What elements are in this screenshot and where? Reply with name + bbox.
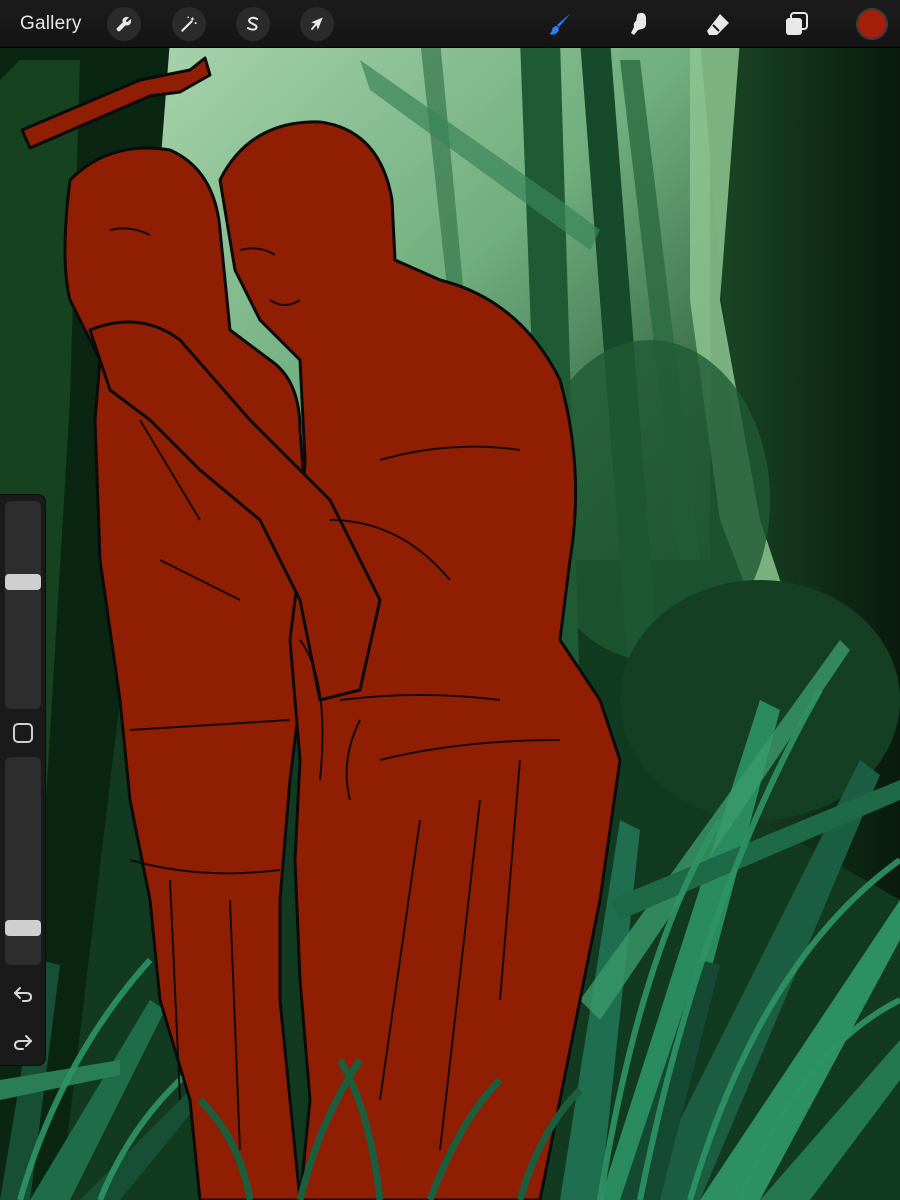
selection-s-icon: [247, 16, 259, 31]
selection-button[interactable]: [236, 7, 270, 41]
smudge-button[interactable]: [623, 8, 655, 40]
opacity-thumb[interactable]: [5, 920, 41, 937]
brush-button[interactable]: [545, 8, 577, 40]
brush-icon: [549, 13, 571, 35]
magic-wand-icon: [181, 16, 197, 32]
artwork: [0, 0, 900, 1200]
wrench-icon: [116, 16, 132, 32]
redo-icon: [13, 1035, 32, 1050]
top-toolbar: Gallery: [0, 0, 900, 48]
transform-button[interactable]: [300, 7, 334, 41]
actions-button[interactable]: [107, 7, 141, 41]
brush-size-thumb[interactable]: [5, 573, 41, 590]
eraser-button[interactable]: [702, 8, 734, 40]
brush-size-slider[interactable]: [5, 501, 41, 709]
undo-button[interactable]: [11, 982, 35, 1006]
color-picker-swatch[interactable]: [856, 8, 888, 40]
drawing-canvas[interactable]: [0, 0, 900, 1200]
redo-button[interactable]: [11, 1030, 35, 1054]
adjustments-button[interactable]: [172, 7, 206, 41]
square-modify-icon[interactable]: [13, 723, 33, 743]
layers-icon: [786, 12, 808, 35]
layers-button[interactable]: [780, 8, 812, 40]
smudge-finger-icon: [631, 12, 646, 36]
gallery-button[interactable]: Gallery: [20, 12, 82, 36]
undo-icon: [14, 987, 33, 1002]
eraser-icon: [707, 14, 729, 35]
arrow-cursor-icon: [311, 17, 323, 30]
left-sidebar: [0, 494, 46, 1066]
